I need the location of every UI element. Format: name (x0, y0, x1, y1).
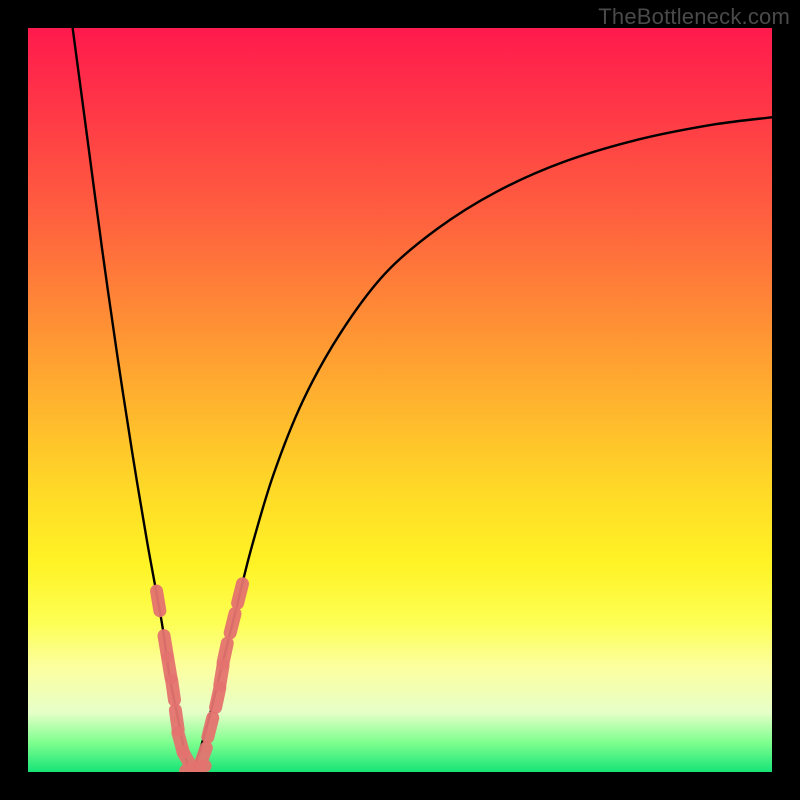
marker-group (157, 584, 243, 771)
data-marker (230, 614, 235, 633)
data-marker (199, 748, 206, 767)
chart-frame: TheBottleneck.com (0, 0, 800, 800)
watermark-text: TheBottleneck.com (598, 4, 790, 30)
data-marker (172, 680, 175, 700)
data-marker (208, 718, 213, 737)
bottleneck-curve (73, 28, 772, 772)
data-marker (223, 643, 227, 663)
data-marker (157, 591, 160, 611)
data-marker (238, 584, 243, 603)
plot-area (28, 28, 772, 772)
bottleneck-curve-chart (28, 28, 772, 772)
